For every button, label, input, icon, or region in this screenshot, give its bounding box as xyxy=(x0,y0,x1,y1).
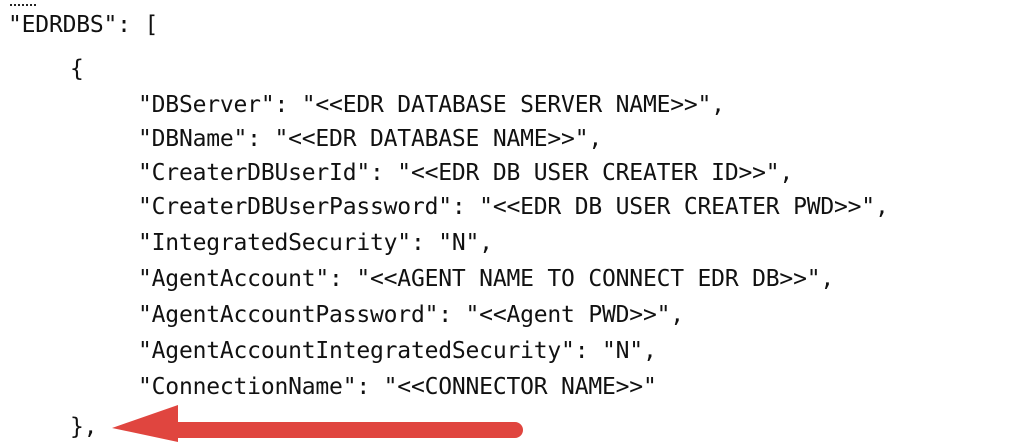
code-line-dbname: "DBName": "<<EDR DATABASE NAME>>", xyxy=(138,126,603,152)
code-line-close-brace: }, xyxy=(70,414,98,440)
code-line-integratedsecurity: "IntegratedSecurity": "N", xyxy=(138,230,493,256)
code-line-createrdbuserpassword: "CreaterDBUserPassword": "<<EDR DB USER … xyxy=(138,194,889,220)
code-line-connectionname: "ConnectionName": "<<CONNECTOR NAME>>" xyxy=(138,374,657,400)
code-line-agentaccountintegratedsecurity: "AgentAccountIntegratedSecurity": "N", xyxy=(138,338,657,364)
code-line-agentaccount: "AgentAccount": "<<AGENT NAME TO CONNECT… xyxy=(138,266,835,292)
code-line-dbserver: "DBServer": "<<EDR DATABASE SERVER NAME>… xyxy=(138,92,725,118)
code-line-edrdbs-key: "EDRDBS": [ xyxy=(8,12,159,38)
code-line-createrdbuserid: "CreaterDBUserId": "<<EDR DB USER CREATE… xyxy=(138,160,794,186)
code-line-agentaccountpassword: "AgentAccountPassword": "<<Agent PWD>>", xyxy=(138,302,684,328)
code-editor: "EDRDBS": [ { "DBServer": "<<EDR DATABAS… xyxy=(0,0,1014,442)
code-line-open-brace: { xyxy=(70,56,84,82)
